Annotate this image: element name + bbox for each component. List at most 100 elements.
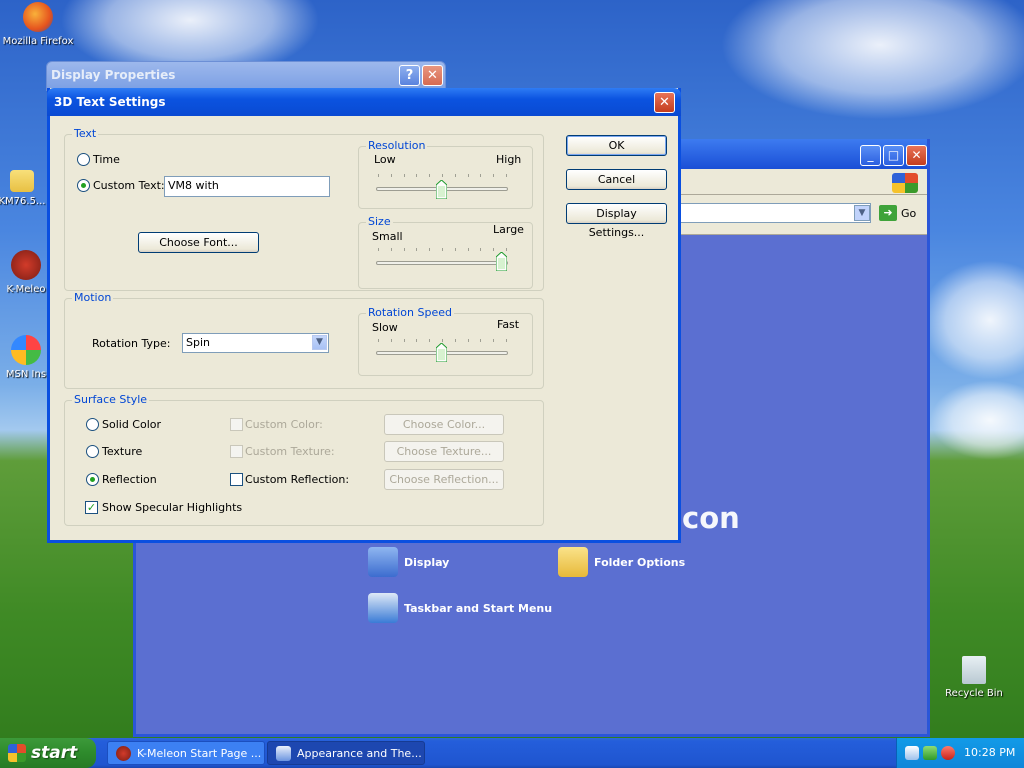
slider-tick [416,339,418,342]
minimize-icon[interactable]: _ [860,145,881,166]
rotation-type-label: Rotation Type: [92,337,171,350]
slider-tick [390,174,392,177]
solid-color-radio[interactable] [86,418,99,431]
3d-text-settings-dialog: 3D Text Settings ✕ Text Time Custom Text… [47,88,681,543]
choose-font-button[interactable]: Choose Font... [138,232,259,253]
security-alert-icon[interactable] [941,746,955,760]
taskbar-item-appearance[interactable]: Appearance and The... [267,741,425,765]
cancel-button[interactable]: Cancel [566,169,667,190]
taskbar: start K-Meleon Start Page ... Appearance… [0,738,1024,768]
group-label: Size [366,215,393,228]
go-button[interactable]: ➜ Go [879,205,916,221]
custom-texture-label: Custom Texture: [245,445,335,458]
slider-tick [416,248,418,251]
start-button[interactable]: start [0,738,96,768]
help-button[interactable]: ? [399,65,420,86]
custom-texture-checkbox[interactable] [230,445,243,458]
ok-button[interactable]: OK [566,135,667,156]
choose-reflection-button[interactable]: Choose Reflection... [384,469,504,490]
slider-tick [454,248,456,251]
size-slider-track[interactable] [376,261,508,265]
display-properties-title: Display Properties [51,68,176,82]
slider-tick [480,339,482,342]
group-label: Surface Style [72,393,150,406]
size-small-label: Small [372,230,403,243]
slider-tick [442,248,443,251]
slider-tick [493,248,495,251]
dialog-title: 3D Text Settings [54,95,166,109]
k-meleon-icon [11,250,41,280]
taskbar-item-k-meleon[interactable]: K-Meleon Start Page ... [107,741,265,765]
display-properties-window: Display Properties ? ✕ [46,61,446,91]
texture-radio[interactable] [86,445,99,458]
display-settings-button[interactable]: Display Settings... [566,203,667,239]
resolution-slider-thumb[interactable] [436,180,447,199]
dialog-titlebar: 3D Text Settings ✕ [47,88,681,116]
system-tray: 10:28 PM [896,738,1024,768]
custom-color-checkbox[interactable] [230,418,243,431]
desktop-icon-recycle-bin[interactable]: Recycle Bin [934,656,1014,699]
network-icon[interactable] [905,746,919,760]
group-label: Text [72,127,99,140]
slider-tick [378,339,379,342]
custom-text-input[interactable]: VM8 with [164,176,330,197]
folder-options-tile[interactable]: Folder Options [558,547,685,577]
maximize-icon[interactable]: □ [883,145,904,166]
firefox-icon [23,2,53,32]
msn-butterfly-icon [11,335,41,365]
slider-tick [403,248,405,251]
size-ticks [378,248,507,251]
slider-tick [442,174,443,177]
resolution-ticks [378,174,507,177]
taskbar-start-menu-tile[interactable]: Taskbar and Start Menu [368,593,552,623]
choose-texture-button[interactable]: Choose Texture... [384,441,504,462]
slider-tick [506,339,507,342]
display-monitor-icon [368,547,398,577]
slider-tick [454,339,456,342]
cloud [920,260,1024,380]
custom-text-label: Custom Text: [93,179,165,192]
slider-tick [429,339,431,342]
close-icon[interactable]: ✕ [906,145,927,166]
chevron-down-icon[interactable]: ▼ [854,205,870,221]
folder-icon [558,547,588,577]
size-slider-thumb[interactable] [496,252,507,271]
rotation-type-select[interactable]: Spin ▼ [182,333,329,353]
recycle-bin-icon [962,656,986,684]
close-icon[interactable]: ✕ [654,92,675,113]
chevron-down-icon[interactable]: ▼ [312,335,327,350]
show-specular-checkbox[interactable]: ✓ [85,501,98,514]
resolution-high-label: High [496,153,522,166]
folder-icon [10,170,34,192]
custom-text-radio[interactable] [77,179,90,192]
group-label: Resolution [366,139,428,152]
close-icon[interactable]: ✕ [422,65,443,86]
custom-reflection-checkbox[interactable] [230,473,243,486]
slider-tick [378,248,379,251]
slider-tick [493,174,495,177]
display-tile[interactable]: Display [368,547,449,577]
time-radio[interactable] [77,153,90,166]
slider-tick [467,248,469,251]
slider-tick [429,174,431,177]
desktop-icon-firefox[interactable]: Mozilla Firefox [0,2,78,47]
go-arrow-icon: ➜ [879,205,897,221]
rotation-speed-slider-thumb[interactable] [436,343,447,362]
taskbar-icon [368,593,398,623]
reflection-radio[interactable] [86,473,99,486]
slider-tick [480,174,482,177]
group-label: Rotation Speed [366,306,454,319]
cloud [930,380,1024,460]
rotation-fast-label: Fast [497,318,520,331]
choose-color-button[interactable]: Choose Color... [384,414,504,435]
shield-icon[interactable] [923,746,937,760]
rotation-slow-label: Slow [372,321,398,334]
resolution-low-label: Low [374,153,396,166]
slider-tick [506,248,507,251]
slider-tick [416,174,418,177]
slider-tick [390,248,392,251]
show-specular-label: Show Specular Highlights [102,501,243,514]
slider-tick [506,174,507,177]
k-meleon-icon [116,745,131,761]
windows-logo-icon [892,173,918,193]
